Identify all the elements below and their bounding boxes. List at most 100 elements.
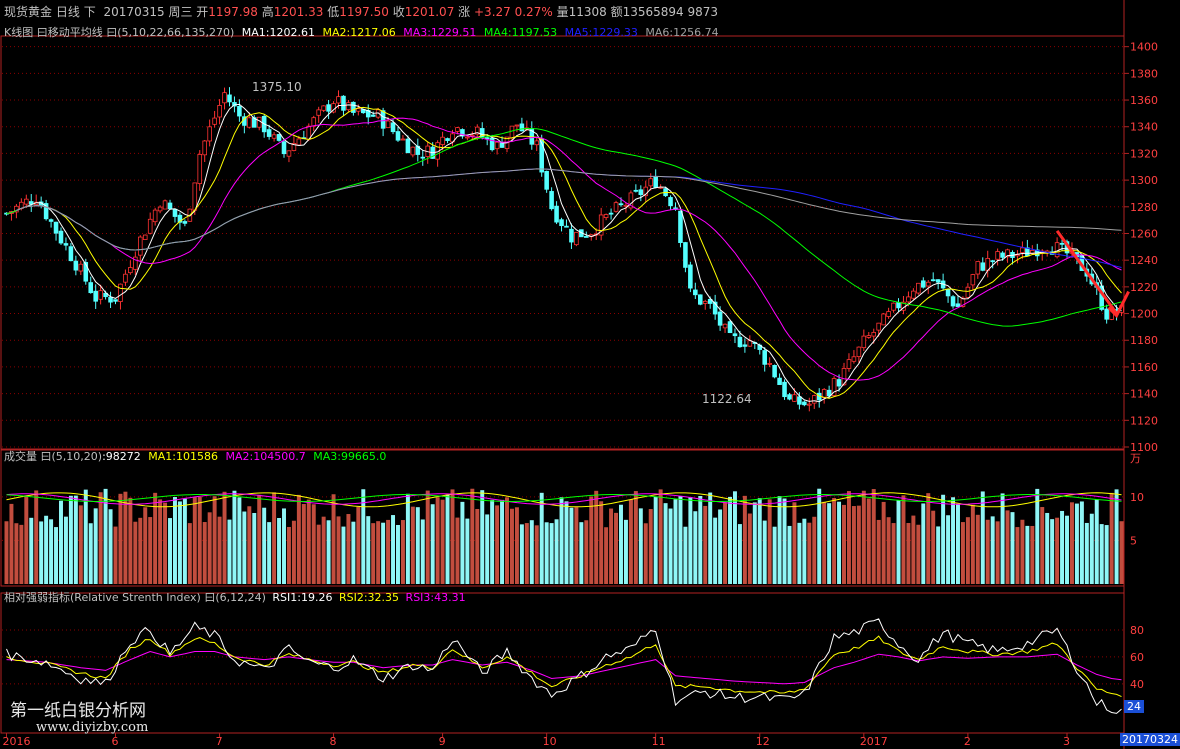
candle-body xyxy=(603,214,609,218)
candle-body xyxy=(787,394,792,400)
candle-body xyxy=(346,102,351,111)
candle-body xyxy=(266,129,272,137)
trend-arrow-head xyxy=(1107,290,1130,319)
volume-bar xyxy=(742,495,747,584)
volume-bar xyxy=(108,509,113,584)
volume-bar xyxy=(926,493,931,584)
ma-legend-title[interactable]: K线图 曰移动平均线 曰(5,10,22,66,135,270) xyxy=(4,26,234,39)
volume-bar xyxy=(936,526,941,584)
volume-bar xyxy=(232,490,237,584)
candle-body xyxy=(370,114,376,117)
candle-body xyxy=(584,236,589,238)
open-label: 开 xyxy=(196,5,209,19)
volume-bar xyxy=(693,511,698,584)
candle-body xyxy=(470,134,475,137)
candle-body xyxy=(802,401,807,406)
volume-bar xyxy=(688,497,693,584)
volume-bar xyxy=(346,514,351,584)
low-annotation: 1122.64 xyxy=(702,392,752,406)
candle-body xyxy=(698,294,703,305)
volume-bar xyxy=(272,492,277,584)
volume-bar xyxy=(668,508,673,584)
volume-bar xyxy=(1089,513,1094,584)
candle-body xyxy=(1059,242,1065,245)
ma3-value: MA3:1229.51 xyxy=(403,26,477,39)
candle-body xyxy=(876,322,881,331)
volume-bar xyxy=(391,515,396,584)
x-tick-label: 12 xyxy=(756,735,770,748)
candle-body xyxy=(281,141,287,155)
candle-body xyxy=(147,218,153,234)
ma2-value: MA2:1217.06 xyxy=(322,26,396,39)
volume-legend-title[interactable]: 成交量 曰(5,10,20) xyxy=(4,450,102,463)
volume-bar xyxy=(54,527,59,584)
volume-bar xyxy=(505,497,509,584)
volume-bar xyxy=(158,499,163,584)
volume-bar xyxy=(832,498,837,584)
candle-body xyxy=(380,110,386,129)
volume-tick-label: 10 xyxy=(1130,491,1144,504)
candle-body xyxy=(975,261,981,275)
volume-bar xyxy=(168,518,172,584)
volume-bar xyxy=(455,517,460,584)
ma6-value: MA6:1256.74 xyxy=(645,26,719,39)
volume-bar xyxy=(1079,501,1084,584)
volume-bar xyxy=(88,523,93,584)
candle-body xyxy=(123,273,128,283)
candle-body xyxy=(128,267,133,274)
volume-bar xyxy=(381,522,386,584)
candle-body xyxy=(732,333,738,337)
date-cursor-badge: 20170324 xyxy=(1120,733,1180,746)
candle-body xyxy=(271,134,277,139)
volume-bar xyxy=(400,520,405,584)
candle-body xyxy=(63,243,69,246)
chart-canvas: 1400138013601340132013001280126012401220… xyxy=(0,0,1158,749)
candle-body xyxy=(856,346,862,358)
volume-bar xyxy=(673,499,678,584)
candle-body xyxy=(945,289,951,297)
candle-body xyxy=(633,189,639,192)
volume-bar xyxy=(787,525,792,584)
rsi3-value: RSI3:43.31 xyxy=(405,591,466,604)
candle-body xyxy=(445,138,450,141)
volume-bar xyxy=(609,508,614,584)
rsi-legend-title[interactable]: 相对强弱指标(Relative Strenth Index) 曰(6,12,24… xyxy=(4,591,266,604)
candle-body xyxy=(58,230,64,244)
volume-bar xyxy=(1099,524,1104,584)
candle-body xyxy=(638,189,644,196)
volume-bar xyxy=(683,526,688,584)
price-tick-label: 1320 xyxy=(1130,147,1158,160)
volume-bar xyxy=(995,521,1000,584)
candle-body xyxy=(68,246,74,262)
candle-body xyxy=(534,140,540,146)
x-tick-label: 2016 xyxy=(2,735,30,748)
candle-body xyxy=(767,362,772,365)
volume-bar xyxy=(331,494,336,584)
x-tick-label: 11 xyxy=(652,735,666,748)
volume-bar xyxy=(133,521,138,584)
candle-body xyxy=(256,116,262,128)
watermark-title: 第一纸白银分析网 xyxy=(10,701,146,721)
volume-bar xyxy=(1074,503,1079,584)
volume-bar xyxy=(1055,517,1060,584)
candle-body xyxy=(182,221,188,224)
volume-bar xyxy=(197,496,202,584)
volume-bar xyxy=(277,517,282,584)
volume-bar xyxy=(420,519,425,584)
volume-bar xyxy=(663,503,668,584)
volume-bar xyxy=(574,507,579,584)
candle-body xyxy=(955,303,961,308)
mode-label[interactable]: 下 xyxy=(84,5,96,19)
period-label[interactable]: 日线 xyxy=(56,5,80,19)
volume-bar xyxy=(470,488,475,584)
volume-bar xyxy=(83,489,88,584)
instrument-name: 现货黄金 xyxy=(4,5,53,19)
volume-bar xyxy=(960,522,965,584)
volume-legend: 成交量 曰(5,10,20):98272 MA1:101586 MA2:1045… xyxy=(4,448,386,464)
candle-body xyxy=(157,206,163,212)
open-value: 1197.98 xyxy=(208,5,258,19)
volume-bar xyxy=(1060,510,1065,584)
volume-bar xyxy=(713,517,718,584)
x-tick-label: 2017 xyxy=(860,735,888,748)
candle-body xyxy=(202,140,207,156)
